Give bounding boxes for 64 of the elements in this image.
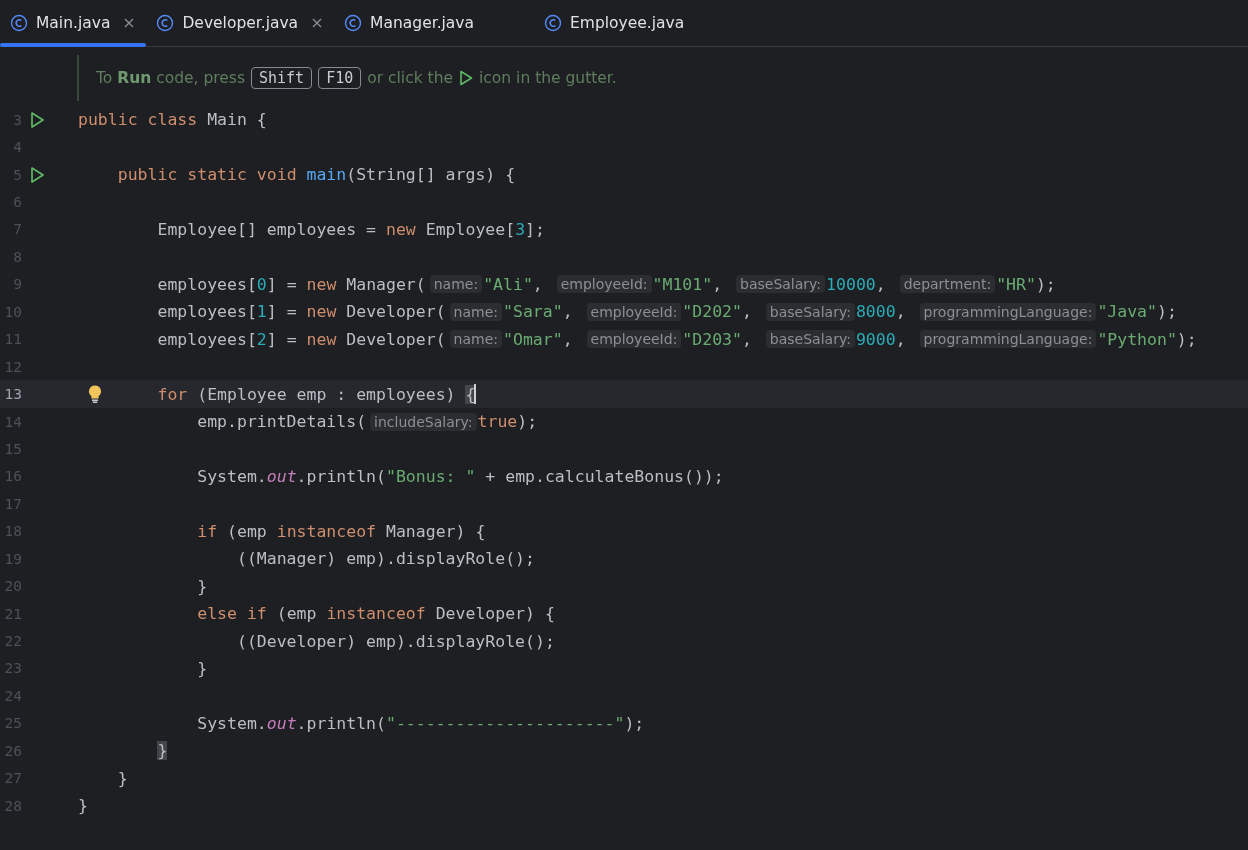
code-text: } [197,576,208,596]
code-text: public class Main { [78,110,267,130]
lightbulb-icon[interactable] [88,384,102,404]
editor-tab[interactable]: Employee.java [534,0,745,46]
run-icon[interactable] [30,166,45,184]
code-text: } [157,741,168,761]
code-text: "Java"); [1097,302,1177,322]
parameter-hint: includeSalary: [370,412,477,431]
code-text: employees[1] = new Developer( [157,302,446,322]
parameter-hint: programmingLanguage: [919,330,1097,349]
class-icon [344,14,363,32]
code-text: Employee[] employees = new Employee[3]; [157,219,545,239]
code-text: 8000, [855,302,907,322]
code-text: employees[2] = new Developer( [157,329,446,349]
code-text: emp.printDetails( [197,412,367,432]
code-text: "D203", [682,329,753,349]
code-text: } [78,796,88,816]
code-text: ((Developer) emp).displayRole(); [236,631,555,651]
hint-text: or click the [367,69,454,87]
parameter-hint: programmingLanguage: [919,302,1097,321]
close-icon[interactable] [312,18,323,28]
parameter-hint: department: [899,275,996,294]
parameter-hint: name: [429,275,483,294]
code-text: employees[0] = new Manager( [157,274,426,294]
code-text: true); [477,412,538,432]
code-text: "HR"); [996,274,1056,294]
parameter-hint: baseSalary: [765,330,855,349]
class-icon [544,14,563,32]
code-text: System.out.println("----------------------"); [197,713,645,733]
editor-tab[interactable]: Developer.java [146,0,335,46]
code-text: else if (emp instanceof Developer) { [197,604,555,624]
code-text: } [117,768,128,788]
run-icon[interactable] [30,111,45,129]
code-text: "Python"); [1097,329,1197,349]
code-text: "Omar", [503,329,574,349]
code-text: 9000, [855,329,907,349]
code-text: "Ali", [483,274,544,294]
code-text: } [197,658,208,678]
code-text: if (emp instanceof Manager) { [197,521,486,541]
code-text: public static void main(String[] args) { [117,165,516,185]
parameter-hint: name: [449,330,503,349]
parameter-hint: employeeId: [586,330,682,349]
hint-text: To Run code, press [96,69,245,87]
parameter-hint: name: [449,302,503,321]
class-icon [156,14,175,32]
code-text: "Sara", [503,302,574,322]
code-text: ((Manager) emp).displayRole(); [236,549,535,569]
parameter-hint: baseSalary: [736,275,826,294]
code-text: "D202", [682,302,753,322]
parameter-hint: employeeId: [586,302,682,321]
hint-text: icon in the gutter. [479,69,617,87]
line-number: 13 [3,386,22,403]
code-text: System.out.println("Bonus: " + emp.calculateBonus()); [197,466,724,486]
keyboard-key: F10 [318,67,362,89]
keyboard-key: Shift [251,67,313,89]
code-text: 10000, [826,274,887,294]
editor-tab[interactable]: Manager.java [334,0,535,46]
close-icon[interactable] [124,18,135,28]
code-text: "M101", [652,274,724,294]
parameter-hint: baseSalary: [765,302,855,321]
class-icon [10,14,28,32]
play-icon [459,70,474,86]
editor-tab[interactable]: Main.java [0,0,147,46]
parameter-hint: employeeId: [556,275,652,294]
